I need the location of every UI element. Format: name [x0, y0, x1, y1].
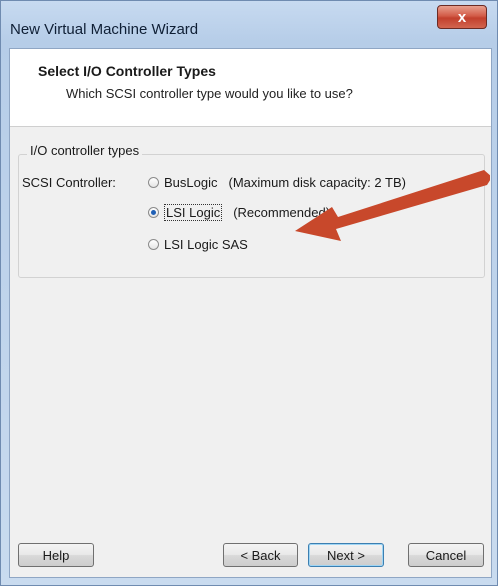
page-title: Select I/O Controller Types [38, 63, 216, 79]
help-button[interactable]: Help [18, 543, 94, 567]
group-label: I/O controller types [27, 143, 143, 158]
red-arrow-icon [295, 170, 490, 241]
next-button-label[interactable]: Next > [327, 548, 365, 563]
radio-label[interactable]: LSI Logic [164, 204, 223, 221]
wizard-body: Select I/O Controller Types Which SCSI c… [9, 48, 492, 578]
back-button[interactable]: < Back [223, 543, 298, 567]
radio-option-lsi-logic-sas[interactable]: LSI Logic SAS [148, 237, 248, 252]
wizard-header: Select I/O Controller Types Which SCSI c… [10, 49, 491, 127]
radio-lsi-logic-sas[interactable] [148, 239, 159, 250]
radio-label[interactable]: BusLogic [164, 175, 217, 190]
help-button-label[interactable]: Help [43, 548, 70, 563]
radio-label[interactable]: LSI Logic SAS [164, 237, 248, 252]
radio-buslogic[interactable] [148, 177, 159, 188]
page-subtitle: Which SCSI controller type would you lik… [66, 86, 353, 101]
next-button[interactable]: Next > [308, 543, 384, 567]
title-bar: New Virtual Machine Wizard x [1, 1, 497, 49]
cancel-button-label[interactable]: Cancel [426, 548, 466, 563]
close-button[interactable]: x [437, 5, 487, 29]
window-title: New Virtual Machine Wizard [10, 21, 199, 38]
wizard-window: New Virtual Machine Wizard x Select I/O … [0, 0, 498, 586]
cancel-button[interactable]: Cancel [408, 543, 484, 567]
close-icon: x [457, 8, 467, 26]
back-button-label[interactable]: < Back [240, 548, 280, 563]
scsi-controller-label: SCSI Controller: [22, 175, 116, 190]
radio-lsi-logic[interactable] [148, 207, 159, 218]
